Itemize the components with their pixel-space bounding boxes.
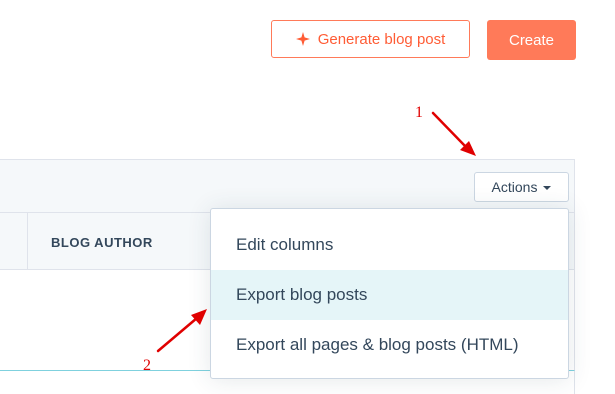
menu-item-label: Export all pages & blog posts (HTML) — [236, 335, 519, 354]
caret-down-icon — [543, 186, 552, 190]
menu-item-export-all-pages-html[interactable]: Export all pages & blog posts (HTML) — [211, 320, 568, 370]
actions-button[interactable]: Actions — [474, 172, 569, 202]
annotation-arrow-1-icon — [431, 111, 476, 156]
create-label: Create — [508, 31, 555, 49]
table-border — [574, 371, 575, 394]
column-divider — [27, 212, 28, 270]
sparkle-icon — [295, 32, 310, 46]
annotation-label-2: 2 — [143, 357, 151, 374]
generate-blog-post-label: Generate blog post — [317, 30, 446, 48]
column-header-blog-author[interactable]: BLOG AUTHOR — [51, 235, 153, 250]
menu-item-edit-columns[interactable]: Edit columns — [211, 220, 568, 270]
annotation-label-1: 1 — [415, 104, 423, 121]
generate-blog-post-button[interactable]: Generate blog post — [271, 20, 470, 58]
menu-item-export-blog-posts[interactable]: Export blog posts — [211, 270, 568, 320]
menu-item-label: Edit columns — [236, 235, 334, 254]
actions-dropdown-menu: Edit columns Export blog posts Export al… — [210, 208, 569, 379]
create-button[interactable]: Create — [487, 20, 576, 60]
menu-item-label: Export blog posts — [236, 285, 368, 304]
actions-label: Actions — [491, 179, 538, 195]
